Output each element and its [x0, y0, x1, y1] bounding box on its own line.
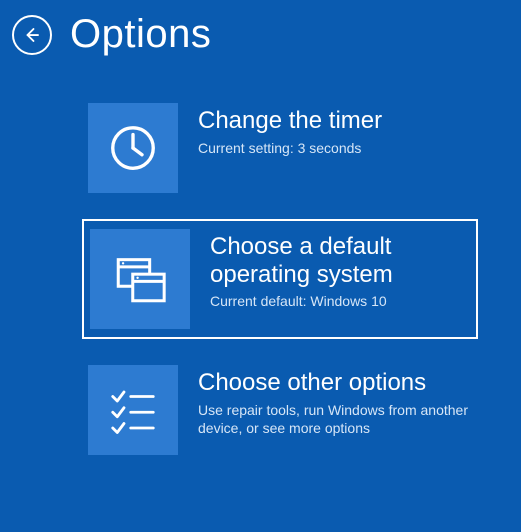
back-arrow-icon	[23, 26, 41, 44]
option-text: Change the timer Current setting: 3 seco…	[198, 103, 472, 157]
option-change-timer[interactable]: Change the timer Current setting: 3 seco…	[82, 97, 478, 199]
clock-icon	[106, 121, 160, 175]
header: Options	[0, 0, 521, 57]
option-subtitle: Use repair tools, run Windows from anoth…	[198, 401, 472, 437]
options-list: Change the timer Current setting: 3 seco…	[0, 57, 521, 461]
tile-change-timer	[88, 103, 178, 193]
option-title: Change the timer	[198, 107, 472, 135]
option-title: Choose a default operating system	[210, 233, 470, 288]
option-other-options[interactable]: Choose other options Use repair tools, r…	[82, 359, 478, 461]
option-default-os[interactable]: Choose a default operating system Curren…	[82, 219, 478, 339]
option-subtitle: Current setting: 3 seconds	[198, 139, 472, 157]
page-title: Options	[70, 12, 211, 57]
tile-other-options	[88, 365, 178, 455]
option-title: Choose other options	[198, 369, 472, 397]
option-text: Choose other options Use repair tools, r…	[198, 365, 472, 437]
option-text: Choose a default operating system Curren…	[210, 229, 470, 310]
checklist-icon	[106, 383, 160, 437]
option-subtitle: Current default: Windows 10	[210, 292, 470, 310]
tile-default-os	[90, 229, 190, 329]
back-button[interactable]	[12, 15, 52, 55]
windows-icon	[111, 250, 169, 308]
